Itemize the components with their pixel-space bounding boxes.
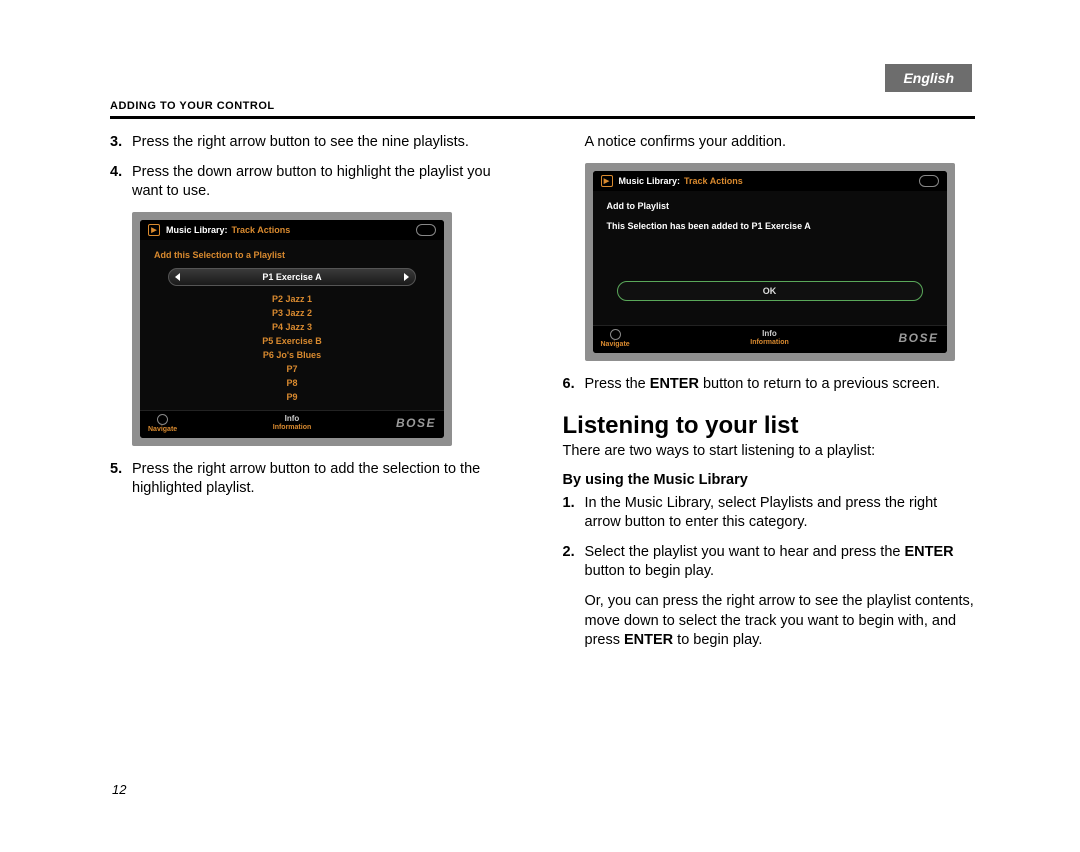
ui-playlist-list: P2 Jazz 1 P3 Jazz 2 P4 Jazz 3 P5 Exercis… — [150, 292, 434, 404]
list-item: P8 — [150, 376, 434, 390]
footer-label: Information — [273, 424, 312, 431]
ui-subtitle: Add to Playlist — [607, 201, 937, 211]
document-page: English Adding to Your Control 3. Press … — [0, 0, 1080, 852]
list-item: P2 Jazz 1 — [150, 292, 434, 306]
two-column-layout: 3. Press the right arrow button to see t… — [110, 133, 975, 661]
ui-titlebar: ▶ Music Library: Track Actions — [593, 171, 947, 191]
info-icon: Info — [762, 330, 777, 338]
brand-logo: BOSE — [898, 331, 938, 345]
navigate-icon — [157, 414, 168, 425]
step-6: 6. Press the ENTER button to return to a… — [563, 375, 976, 395]
ui-screen: ▶ Music Library: Track Actions Add to Pl… — [593, 171, 947, 353]
footer-info: Info Information — [750, 330, 789, 346]
left-column: 3. Press the right arrow button to see t… — [110, 133, 523, 661]
list-item: P5 Exercise B — [150, 334, 434, 348]
step-text: Press the down arrow button to highlight… — [132, 163, 523, 202]
ui-selected-row: P1 Exercise A — [168, 268, 416, 286]
page-number: 12 — [112, 782, 126, 797]
section-rule — [110, 116, 975, 119]
footer-label: Navigate — [601, 341, 630, 348]
ui-footer: Navigate Info Information BOSE — [593, 325, 947, 353]
play-icon: ▶ — [601, 175, 613, 187]
footer-navigate: Navigate — [601, 329, 630, 348]
navigate-icon — [610, 329, 621, 340]
ui-body: Add this Selection to a Playlist P1 Exer… — [140, 240, 444, 410]
listen-step-1: 1. In the Music Library, select Playlist… — [563, 494, 976, 533]
step-number: 4. — [110, 163, 132, 202]
ui-screenshot-confirmation: ▶ Music Library: Track Actions Add to Pl… — [585, 163, 955, 361]
step-5: 5. Press the right arrow button to add t… — [110, 460, 523, 499]
ui-title-prefix: Music Library: — [619, 176, 681, 186]
list-item: P4 Jazz 3 — [150, 320, 434, 334]
language-tab: English — [885, 64, 972, 92]
step-text: Press the right arrow button to see the … — [132, 133, 523, 153]
list-item: P9 — [150, 390, 434, 404]
ui-confirmation-message: This Selection has been added to P1 Exer… — [607, 221, 933, 231]
intro-text: There are two ways to start listening to… — [563, 442, 976, 462]
titlebar-oval-icon — [416, 224, 436, 236]
ui-subtitle: Add this Selection to a Playlist — [154, 250, 434, 260]
step-text: Press the right arrow button to add the … — [132, 460, 523, 499]
step-text: Press the ENTER button to return to a pr… — [585, 375, 976, 395]
ui-title-prefix: Music Library: — [166, 225, 228, 235]
step-number: 6. — [563, 375, 585, 395]
step-number: 1. — [563, 494, 585, 533]
info-icon: Info — [285, 415, 300, 423]
ui-screenshot-add-playlist: ▶ Music Library: Track Actions Add this … — [132, 212, 452, 446]
footer-info: Info Information — [273, 415, 312, 431]
subheading-music-library: By using the Music Library — [563, 472, 976, 488]
step-text: In the Music Library, select Playlists a… — [585, 494, 976, 533]
ok-button: OK — [617, 281, 923, 301]
footer-label: Information — [750, 339, 789, 346]
ui-title-section: Track Actions — [684, 176, 743, 186]
play-icon: ▶ — [148, 224, 160, 236]
list-item: P6 Jo's Blues — [150, 348, 434, 362]
titlebar-oval-icon — [919, 175, 939, 187]
ui-body: Add to Playlist This Selection has been … — [593, 191, 947, 325]
ui-screen: ▶ Music Library: Track Actions Add this … — [140, 220, 444, 438]
footer-navigate: Navigate — [148, 414, 177, 433]
step-number: 2. — [563, 543, 585, 582]
ui-footer: Navigate Info Information BOSE — [140, 410, 444, 438]
step-number: 3. — [110, 133, 132, 153]
step-text: Select the playlist you want to hear and… — [585, 543, 976, 582]
step-4: 4. Press the down arrow button to highli… — [110, 163, 523, 202]
heading-listening: Listening to your list — [563, 412, 976, 440]
listen-step-2: 2. Select the playlist you want to hear … — [563, 543, 976, 582]
step-3: 3. Press the right arrow button to see t… — [110, 133, 523, 153]
step-number: 5. — [110, 460, 132, 499]
list-item: P7 — [150, 362, 434, 376]
brand-logo: BOSE — [396, 416, 436, 430]
list-item: P3 Jazz 2 — [150, 306, 434, 320]
notice-text: A notice confirms your addition. — [563, 133, 976, 153]
section-header: Adding to Your Control — [110, 100, 975, 112]
or-paragraph: Or, you can press the right arrow to see… — [563, 592, 976, 651]
footer-label: Navigate — [148, 426, 177, 433]
right-column: A notice confirms your addition. ▶ Music… — [563, 133, 976, 661]
ui-title-section: Track Actions — [232, 225, 291, 235]
ui-titlebar: ▶ Music Library: Track Actions — [140, 220, 444, 240]
